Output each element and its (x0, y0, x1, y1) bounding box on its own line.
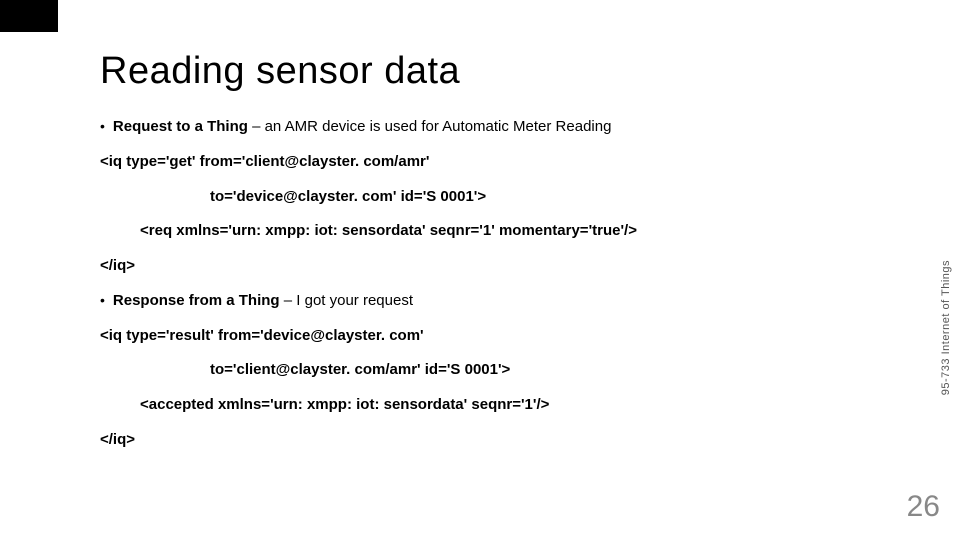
code2-line3: <accepted xmlns='urn: xmpp: iot: sensord… (100, 393, 860, 418)
slide-title: Reading sensor data (100, 50, 860, 93)
bullet-dot: • (100, 289, 105, 312)
bullet-response: • Response from a Thing – I got your req… (100, 289, 860, 314)
bullet-dot: • (100, 115, 105, 138)
bullet-request-text: Request to a Thing – an AMR device is us… (113, 115, 612, 140)
bullet-request: • Request to a Thing – an AMR device is … (100, 115, 860, 140)
page-number: 26 (907, 490, 940, 524)
bullet-request-label: Request to a Thing (113, 118, 248, 135)
code1-line2: to='device@clayster. com' id='S 0001'> (100, 185, 860, 210)
bullet-response-label: Response from a Thing (113, 292, 280, 309)
bullet-response-desc: – I got your request (280, 292, 413, 309)
bullet-request-desc: – an AMR device is used for Automatic Me… (248, 118, 612, 135)
course-label: 95-733 Internet of Things (940, 260, 952, 395)
code2-line1: <iq type='result' from='device@clayster.… (100, 324, 860, 349)
slide-body: • Request to a Thing – an AMR device is … (100, 115, 860, 453)
bullet-response-text: Response from a Thing – I got your reque… (113, 289, 413, 314)
code2-line2: to='client@clayster. com/amr' id='S 0001… (100, 358, 860, 383)
code1-line4: </iq> (100, 254, 860, 279)
slide-content: Reading sensor data • Request to a Thing… (0, 0, 960, 540)
code1-line3: <req xmlns='urn: xmpp: iot: sensordata' … (100, 219, 860, 244)
code2-line4: </iq> (100, 428, 860, 453)
code1-line1: <iq type='get' from='client@clayster. co… (100, 150, 860, 175)
